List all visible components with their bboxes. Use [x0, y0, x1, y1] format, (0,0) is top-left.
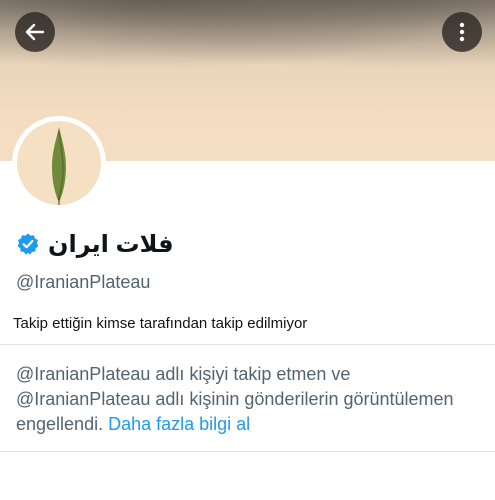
more-options-button[interactable]	[442, 12, 482, 52]
arrow-left-icon	[25, 23, 45, 41]
followed-by-info: Takip ettiğin kimse tarafından takip edi…	[13, 315, 308, 332]
divider-top	[0, 344, 495, 345]
blocked-notice: @IranianPlateau adlı kişiyi takip etmen …	[16, 362, 486, 437]
name-row: فلات ایران	[16, 228, 174, 260]
profile-avatar[interactable]	[12, 116, 106, 210]
cypress-tree-icon	[52, 127, 66, 205]
learn-more-link[interactable]: Daha fazla bilgi al	[108, 414, 250, 434]
vertical-ellipsis-icon	[459, 22, 465, 42]
divider-bottom	[0, 451, 495, 452]
avatar-image	[17, 121, 101, 205]
banner-shadow	[0, 0, 495, 70]
back-button[interactable]	[15, 12, 55, 52]
display-name: فلات ایران	[48, 230, 174, 258]
profile-handle: @IranianPlateau	[16, 272, 151, 292]
verified-badge-icon	[17, 233, 39, 255]
